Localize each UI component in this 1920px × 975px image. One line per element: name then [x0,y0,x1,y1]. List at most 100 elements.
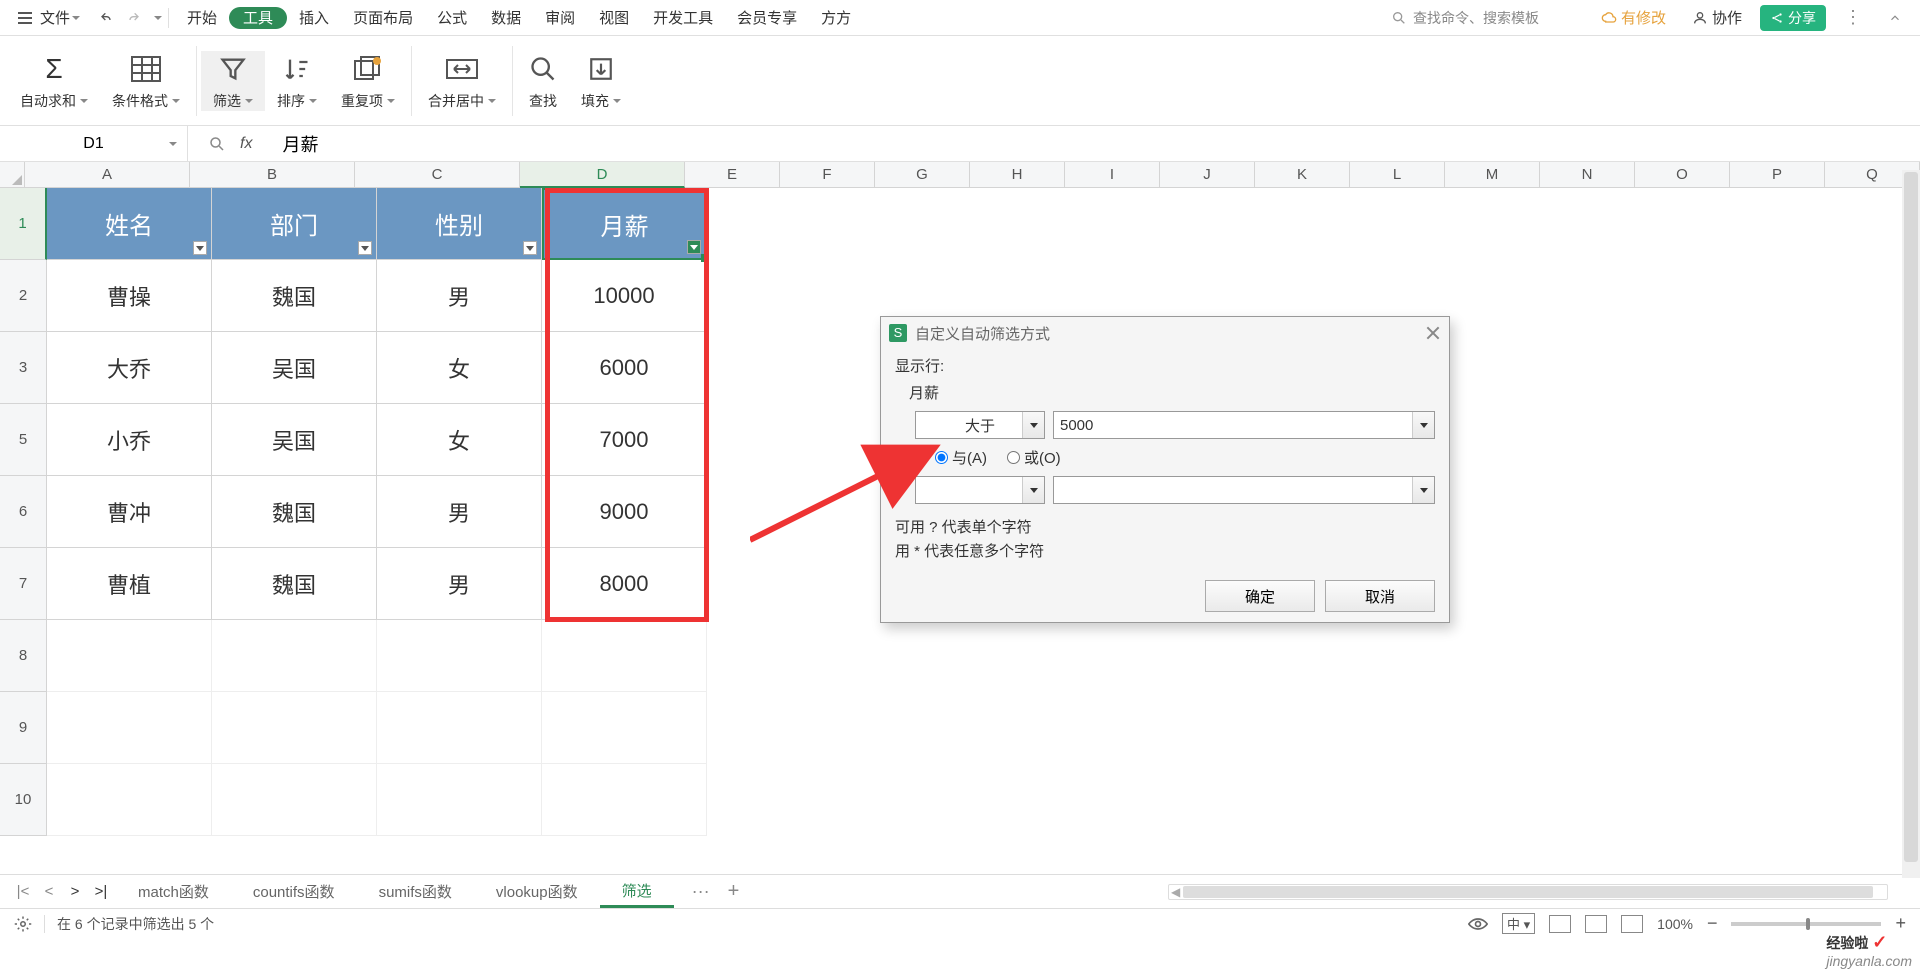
modified-indicator[interactable]: 有修改 [1593,7,1674,28]
empty-cell[interactable] [47,692,212,764]
cell-r3-c0[interactable]: 曹冲 [47,476,212,548]
cell-r0-c1[interactable]: 魏国 [212,260,377,332]
page-layout-icon[interactable] [1585,915,1607,933]
empty-cell[interactable] [47,764,212,836]
cancel-button[interactable]: 取消 [1325,580,1435,612]
cell-r4-c2[interactable]: 男 [377,548,542,620]
vertical-scrollbar[interactable] [1902,170,1920,878]
row-header-1[interactable]: 1 [0,188,47,260]
zoom-value[interactable]: 100% [1657,916,1693,932]
or-radio-input[interactable] [1007,451,1020,464]
menu-tab-9[interactable]: 会员专享 [725,0,809,35]
row-header-9[interactable]: 9 [0,692,47,764]
cell-r1-c3[interactable]: 6000 [542,332,707,404]
col-header-K[interactable]: K [1255,162,1350,188]
cell-r3-c2[interactable]: 男 [377,476,542,548]
autosum-tool[interactable]: Σ 自动求和 [8,51,100,111]
and-radio-input[interactable] [935,451,948,464]
cell-r3-c1[interactable]: 魏国 [212,476,377,548]
header-cell-2[interactable]: 性别 [377,188,542,260]
collab-button[interactable]: 协作 [1684,7,1750,28]
find-tool[interactable]: 查找 [517,51,569,111]
more-button[interactable]: ⋮ [1836,7,1870,28]
col-header-F[interactable]: F [780,162,875,188]
eye-icon[interactable] [1468,916,1488,932]
cell-r0-c0[interactable]: 曹操 [47,260,212,332]
filter-dropdown-icon[interactable] [358,241,372,255]
empty-cell[interactable] [212,620,377,692]
sheet-tab-4[interactable]: 筛选 [600,875,674,908]
cell-r3-c3[interactable]: 9000 [542,476,707,548]
scrollbar-thumb[interactable] [1904,172,1918,862]
empty-cell[interactable] [542,764,707,836]
menu-tab-3[interactable]: 页面布局 [341,0,425,35]
more-sheets-button[interactable]: ··· [692,881,710,902]
col-header-N[interactable]: N [1540,162,1635,188]
col-header-E[interactable]: E [685,162,780,188]
col-header-P[interactable]: P [1730,162,1825,188]
row-header-8[interactable]: 8 [0,620,47,692]
header-cell-1[interactable]: 部门 [212,188,377,260]
fill-tool[interactable]: 填充 [569,51,633,111]
col-header-A[interactable]: A [25,162,190,188]
col-header-L[interactable]: L [1350,162,1445,188]
menu-tab-0[interactable]: 开始 [175,0,229,35]
col-header-D[interactable]: D [520,162,685,188]
row-header-7[interactable]: 7 [0,548,47,620]
filter-tool[interactable]: 筛选 [201,51,265,111]
empty-cell[interactable] [542,620,707,692]
add-sheet-button[interactable]: + [728,880,740,903]
cell-r2-c0[interactable]: 小乔 [47,404,212,476]
share-button[interactable]: 分享 [1760,5,1826,31]
header-cell-3[interactable]: 月薪 [542,188,707,260]
col-header-J[interactable]: J [1160,162,1255,188]
and-radio[interactable]: 与(A) [935,447,987,468]
sheet-tab-3[interactable]: vlookup函数 [474,875,600,908]
header-cell-0[interactable]: 姓名 [47,188,212,260]
cell-r1-c2[interactable]: 女 [377,332,542,404]
sheet-tab-0[interactable]: match函数 [116,875,231,908]
close-icon[interactable] [1425,325,1441,341]
row-header-6[interactable]: 6 [0,476,47,548]
ok-button[interactable]: 确定 [1205,580,1315,612]
empty-cell[interactable] [212,764,377,836]
col-header-C[interactable]: C [355,162,520,188]
empty-cell[interactable] [542,692,707,764]
zoom-slider[interactable] [1731,922,1881,926]
or-radio[interactable]: 或(O) [1007,447,1061,468]
command-search[interactable]: 查找命令、搜索模板 [1383,4,1583,32]
cell-r1-c0[interactable]: 大乔 [47,332,212,404]
scrollbar-thumb[interactable] [1183,886,1873,898]
collapse-ribbon[interactable] [1880,11,1910,25]
filter-dropdown-icon[interactable] [523,241,537,255]
row-header-5[interactable]: 5 [0,404,47,476]
menu-tab-6[interactable]: 审阅 [533,0,587,35]
condfmt-tool[interactable]: 条件格式 [100,51,192,111]
next-sheet-button[interactable]: > [64,883,86,900]
menu-tab-10[interactable]: 方方 [809,0,863,35]
page-break-icon[interactable] [1621,915,1643,933]
scroll-left-icon[interactable]: ◀ [1171,885,1180,899]
normal-view-icon[interactable] [1549,915,1571,933]
cell-r4-c0[interactable]: 曹植 [47,548,212,620]
menu-tab-5[interactable]: 数据 [479,0,533,35]
cell-r2-c1[interactable]: 吴国 [212,404,377,476]
cell-r4-c1[interactable]: 魏国 [212,548,377,620]
horizontal-scrollbar[interactable]: ◀ [1168,884,1888,900]
name-box[interactable]: D1 [0,126,188,161]
col-header-M[interactable]: M [1445,162,1540,188]
operator1-combo[interactable]: 大于 [915,411,1045,439]
empty-cell[interactable] [377,620,542,692]
menu-tab-7[interactable]: 视图 [587,0,641,35]
dialog-titlebar[interactable]: S 自定义自动筛选方式 [881,317,1449,349]
select-all-corner[interactable] [0,162,25,188]
last-sheet-button[interactable]: >| [90,883,112,900]
row-header-10[interactable]: 10 [0,764,47,836]
col-header-G[interactable]: G [875,162,970,188]
zoom-out-button[interactable]: − [1707,913,1718,934]
sort-tool[interactable]: 排序 [265,51,329,111]
value2-combo[interactable] [1053,476,1435,504]
lang-indicator[interactable]: 中 ▾ [1502,913,1535,934]
sheet-tab-1[interactable]: countifs函数 [231,875,357,908]
row-header-2[interactable]: 2 [0,260,47,332]
